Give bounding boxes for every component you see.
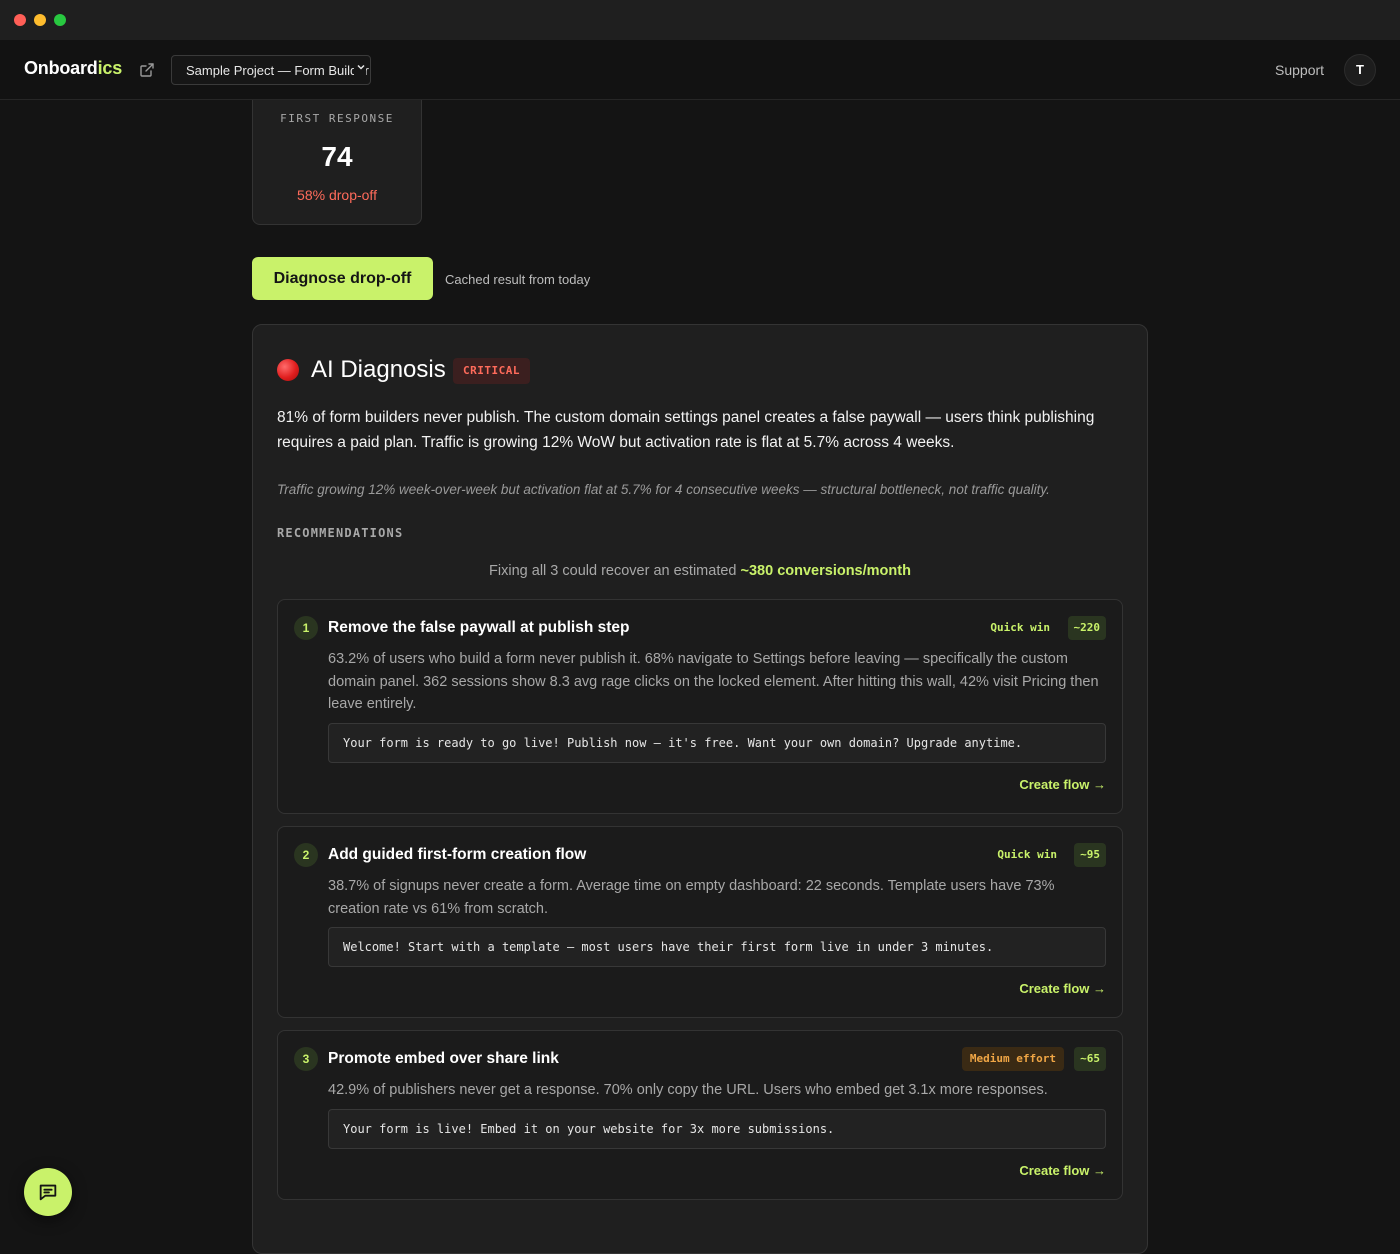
project-select-value: Sample Project — Form Builder bbox=[186, 63, 369, 78]
chat-bubble-icon bbox=[39, 1184, 57, 1201]
create-flow-link[interactable]: Create flow → bbox=[1019, 1163, 1106, 1178]
ai-diagnosis-card: AI Diagnosis CRITICAL 81% of form builde… bbox=[252, 324, 1148, 1254]
impact-badge: ~220 bbox=[1067, 616, 1106, 640]
diagnosis-summary: 81% of form builders never publish. The … bbox=[277, 409, 1095, 451]
recommendation-card: 3 Promote embed over share link Medium e… bbox=[277, 1030, 1123, 1200]
suggested-copy: Welcome! Start with a template — most us… bbox=[328, 927, 1106, 967]
metric-dropoff: 58% drop-off bbox=[297, 187, 377, 203]
severity-badge: CRITICAL bbox=[453, 358, 530, 384]
recommendation-number: 2 bbox=[294, 843, 318, 867]
recommendation-description: 42.9% of publishers never get a response… bbox=[328, 1082, 1048, 1098]
impact-badge: ~95 bbox=[1074, 843, 1106, 867]
metric-value: 74 bbox=[321, 141, 353, 172]
diagnose-dropoff-button[interactable]: Diagnose drop-off bbox=[252, 257, 433, 300]
app-logo[interactable]: Onboardics bbox=[24, 58, 122, 79]
impact-badge: ~65 bbox=[1074, 1047, 1106, 1071]
project-select[interactable]: Sample Project — Form Builder bbox=[171, 55, 371, 85]
cached-result-note: Cached result from today bbox=[445, 272, 591, 287]
logo-accent-text: ics bbox=[97, 58, 123, 78]
recommendation-title: Remove the false paywall at publish step bbox=[328, 619, 630, 636]
app-header: Onboardics Sample Project — Form Builder… bbox=[0, 40, 1400, 100]
support-link[interactable]: Support bbox=[1275, 62, 1324, 78]
logo-main-text: Onboard bbox=[24, 58, 98, 78]
close-window-button[interactable] bbox=[14, 14, 26, 26]
maximize-window-button[interactable] bbox=[54, 14, 66, 26]
red-circle-icon bbox=[277, 359, 299, 381]
recommendation-title: Add guided first-form creation flow bbox=[328, 846, 587, 863]
recovery-prefix: Fixing all 3 could recover an estimated bbox=[489, 563, 741, 579]
recommendations-heading: RECOMMENDATIONS bbox=[277, 526, 404, 540]
recovery-value: ~380 conversions/month bbox=[740, 563, 911, 579]
minimize-window-button[interactable] bbox=[34, 14, 46, 26]
effort-badge: Quick win bbox=[997, 848, 1057, 861]
window-titlebar bbox=[0, 0, 1400, 40]
recommendation-number: 1 bbox=[294, 616, 318, 640]
recommendation-title: Promote embed over share link bbox=[328, 1050, 559, 1067]
create-flow-link[interactable]: Create flow → bbox=[1019, 981, 1106, 996]
effort-badge: Medium effort bbox=[961, 1047, 1064, 1071]
external-link-icon[interactable] bbox=[139, 62, 155, 78]
recommendation-card: 2 Add guided first-form creation flow Qu… bbox=[277, 826, 1123, 1018]
recommendation-number: 3 bbox=[294, 1047, 318, 1071]
user-avatar[interactable]: T bbox=[1344, 54, 1376, 86]
suggested-copy: Your form is live! Embed it on your webs… bbox=[328, 1109, 1106, 1149]
metric-label: FIRST RESPONSE bbox=[280, 112, 394, 125]
create-flow-link[interactable]: Create flow → bbox=[1019, 777, 1106, 792]
diagnosis-title: AI Diagnosis bbox=[311, 356, 446, 383]
suggested-copy: Your form is ready to go live! Publish n… bbox=[328, 723, 1106, 763]
chat-button[interactable] bbox=[24, 1168, 72, 1216]
first-response-metric-card: FIRST RESPONSE 74 58% drop-off bbox=[252, 90, 422, 225]
recommendation-card: 1 Remove the false paywall at publish st… bbox=[277, 599, 1123, 814]
diagnosis-evidence: Traffic growing 12% week-over-week but a… bbox=[277, 482, 1050, 497]
recommendation-description: 63.2% of users who build a form never pu… bbox=[328, 651, 1099, 712]
recovery-estimate: Fixing all 3 could recover an estimated … bbox=[253, 563, 1147, 579]
recommendation-description: 38.7% of signups never create a form. Av… bbox=[328, 878, 1055, 917]
chevron-down-icon bbox=[354, 62, 366, 75]
effort-badge: Quick win bbox=[990, 621, 1050, 634]
